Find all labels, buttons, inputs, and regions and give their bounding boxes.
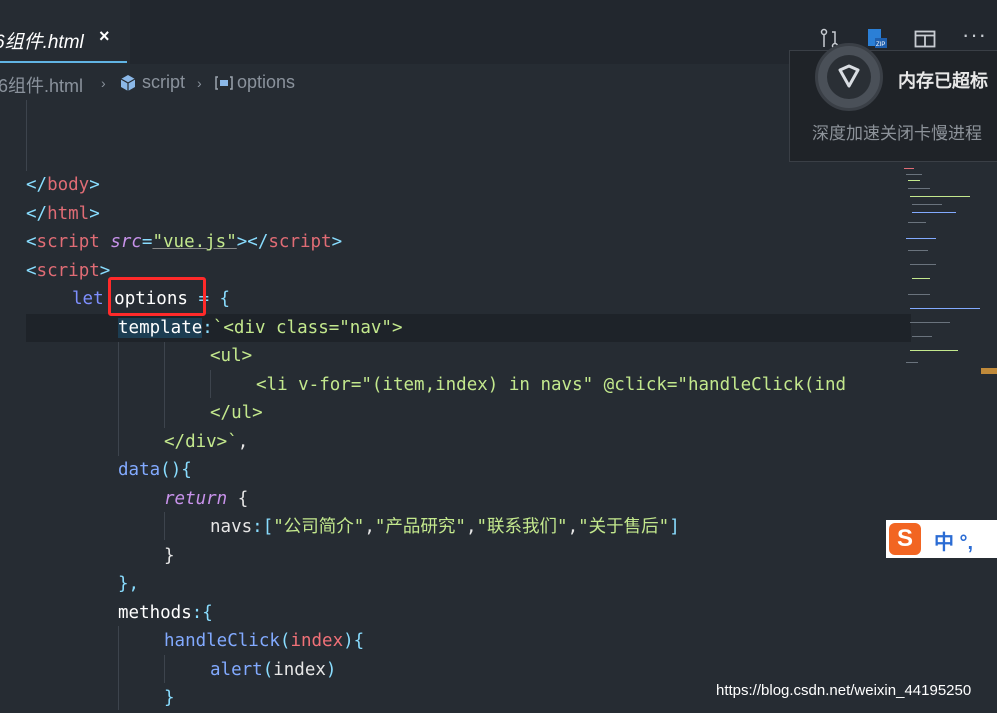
- sogou-logo-icon: S: [889, 523, 921, 555]
- code-line: }: [164, 545, 175, 566]
- popup-title: 内存已超标: [898, 71, 988, 91]
- indent-guide: [210, 370, 211, 398]
- tab-active-file[interactable]: 6组件.html ×: [0, 0, 130, 64]
- breadcrumb-file[interactable]: 6组件.html: [0, 72, 83, 98]
- annotation-highlight-box: [108, 277, 206, 316]
- code-line: <ul>: [210, 346, 253, 366]
- code-line: <script src="vue.js"></script>: [26, 232, 343, 252]
- shield-icon: [815, 43, 883, 111]
- code-line: handleClick(index){: [164, 631, 365, 651]
- code-line: <li v-for="(item,index) in navs" @click=…: [256, 374, 847, 395]
- scrollbar-marker: [981, 368, 997, 374]
- code-line: </html>: [26, 203, 100, 224]
- code-line: methods:{: [118, 602, 213, 623]
- code-line: navs:["公司简介","产品研究","联系我们","关于售后"]: [210, 517, 680, 537]
- code-line: },: [118, 574, 140, 594]
- close-icon[interactable]: ×: [99, 26, 110, 47]
- indent-guide: [164, 512, 165, 540]
- cube-icon: [119, 74, 137, 97]
- indent-guide: [164, 342, 165, 428]
- memory-warning-popup[interactable]: 内存已超标 深度加速关闭卡慢进程: [789, 43, 997, 162]
- breadcrumb-script[interactable]: script: [142, 72, 185, 93]
- code-line: <script>: [26, 260, 111, 281]
- tab-active-indicator: [0, 61, 127, 63]
- split-editor-icon[interactable]: [914, 28, 936, 50]
- code-line: </ul>: [210, 403, 263, 423]
- indent-guide: [118, 342, 119, 456]
- indent-guide: [164, 655, 165, 683]
- popup-subtitle[interactable]: 深度加速关闭卡慢进程: [812, 119, 982, 144]
- breadcrumb-separator: ›: [197, 75, 202, 91]
- breadcrumb-separator: ›: [101, 75, 106, 91]
- indent-guide: [118, 626, 119, 710]
- ime-mode-text[interactable]: 中 °,: [934, 526, 973, 555]
- code-line: </div>`,: [164, 431, 249, 452]
- code-line: data(){: [118, 460, 192, 480]
- variable-icon: [214, 74, 234, 97]
- minimap[interactable]: [900, 160, 980, 370]
- code-line: return {: [164, 488, 249, 509]
- code-line: alert(index): [210, 659, 337, 680]
- indent-guide: [26, 100, 27, 171]
- breadcrumb-options[interactable]: options: [237, 72, 295, 93]
- more-icon[interactable]: ···: [962, 22, 986, 47]
- watermark-url: https://blog.csdn.net/weixin_44195250: [716, 682, 972, 699]
- code-line: template:`<div class="nav">: [118, 317, 403, 338]
- tab-title: 6组件.html: [0, 32, 84, 53]
- code-line: }: [164, 688, 175, 708]
- code-line: </body>: [26, 175, 100, 195]
- ime-toolbar[interactable]: S 中 °,: [886, 520, 997, 558]
